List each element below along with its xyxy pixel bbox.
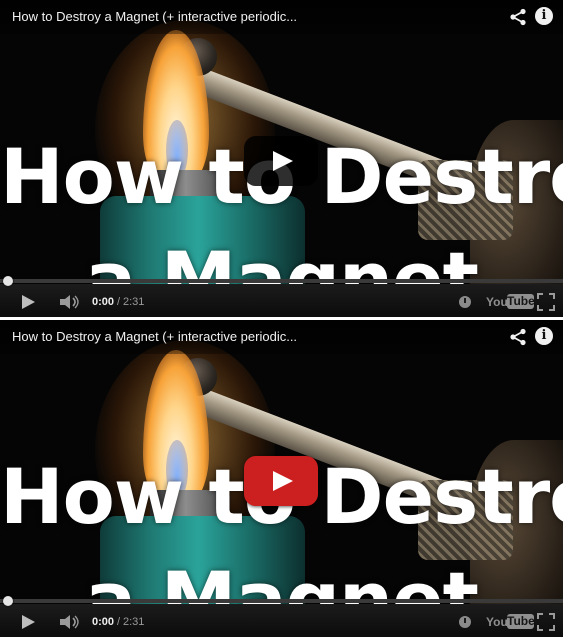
title-bar: How to Destroy a Magnet (+ interactive p…: [0, 320, 563, 354]
play-icon[interactable]: [22, 295, 35, 309]
play-icon[interactable]: [22, 615, 35, 629]
progress-bar[interactable]: [0, 599, 563, 603]
youtube-logo-tube[interactable]: Tube: [507, 294, 535, 309]
youtube-logo-you[interactable]: You: [486, 295, 508, 309]
video-player-1[interactable]: How to Destroy a Magnet How to Destroy a…: [0, 0, 563, 317]
current-time: 0:00: [92, 616, 115, 628]
control-bar: [0, 284, 563, 317]
share-icon[interactable]: [509, 8, 527, 26]
volume-icon[interactable]: [60, 615, 80, 629]
info-icon[interactable]: i: [535, 327, 553, 345]
fullscreen-icon[interactable]: [537, 613, 555, 631]
current-time: 0:00: [92, 296, 115, 308]
info-icon[interactable]: i: [535, 7, 553, 25]
duration: 2:31: [123, 616, 145, 628]
scrubber-handle[interactable]: [3, 596, 13, 606]
youtube-logo-you[interactable]: You: [486, 615, 508, 629]
clock-icon[interactable]: [459, 296, 471, 308]
play-button-large[interactable]: [244, 136, 318, 186]
play-icon: [273, 151, 293, 171]
title-bar: How to Destroy a Magnet (+ interactive p…: [0, 0, 563, 34]
youtube-logo-tube[interactable]: Tube: [507, 614, 535, 629]
time-separator: /: [117, 616, 121, 628]
scrubber-handle[interactable]: [3, 276, 13, 286]
progress-bar[interactable]: [0, 279, 563, 283]
duration: 2:31: [123, 296, 145, 308]
video-player-2[interactable]: How to Destroy a Magnet How to Destroy a…: [0, 320, 563, 637]
volume-icon[interactable]: [60, 295, 80, 309]
clock-icon[interactable]: [459, 616, 471, 628]
time-separator: /: [117, 296, 121, 308]
control-bar: [0, 604, 563, 637]
share-icon[interactable]: [509, 328, 527, 346]
video-title-link[interactable]: How to Destroy a Magnet (+ interactive p…: [12, 9, 297, 24]
play-button-large[interactable]: [244, 456, 318, 506]
video-title-link[interactable]: How to Destroy a Magnet (+ interactive p…: [12, 329, 297, 344]
fullscreen-icon[interactable]: [537, 293, 555, 311]
play-icon: [273, 471, 293, 491]
